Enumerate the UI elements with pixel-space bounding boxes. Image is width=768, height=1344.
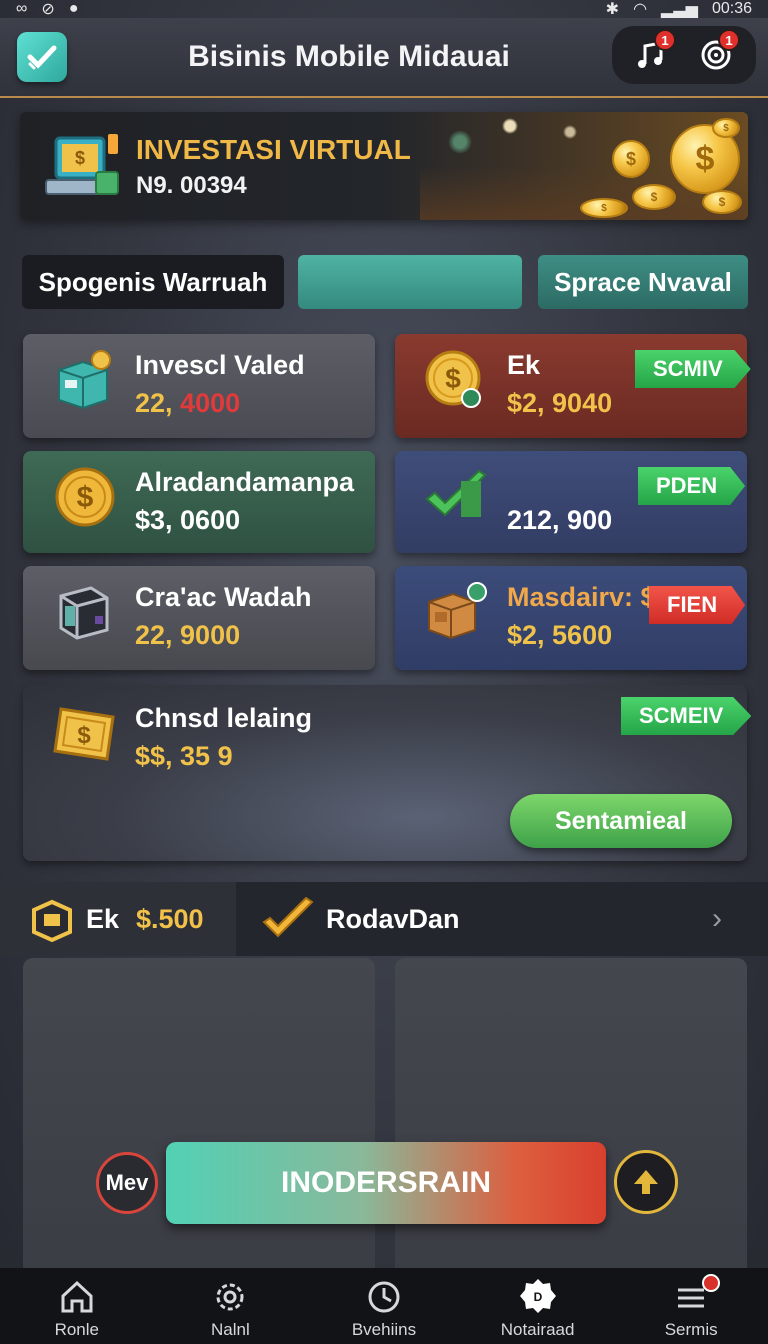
promo-banner[interactable]: $ INVESTASI VIRTUAL N9. 00394 $ $ $ $ $ …: [20, 112, 748, 220]
sentamieal-button[interactable]: Sentamieal: [510, 794, 732, 848]
card-value: 22, 9000: [135, 620, 241, 650]
bluetooth-icon: ✱: [605, 1, 620, 18]
nav-item-notifications[interactable]: D Notairaad: [461, 1268, 615, 1344]
card-name: Ek: [507, 350, 541, 380]
balance-label: Ek: [86, 904, 120, 934]
status-tag[interactable]: PDEN: [638, 467, 746, 505]
banner-title: INVESTASI VIRTUAL: [136, 134, 411, 165]
investment-card-6[interactable]: Masdairv: $ $2, 5600 FIEN: [395, 566, 747, 670]
svg-text:$: $: [77, 722, 91, 749]
balance-strip: Ek $.500 RodavDan ›: [0, 882, 768, 956]
app-header: Bisinis Mobile Midauai 1 1: [0, 18, 768, 98]
nav-label: Bvehiins: [351, 1320, 417, 1339]
banner-code: N9. 00394: [136, 172, 247, 199]
main-action-button[interactable]: INODERSRAIN: [166, 1142, 606, 1224]
svg-text:$: $: [445, 363, 461, 394]
investment-card-1[interactable]: Invescl Valed 22, 4000: [23, 334, 375, 438]
status-tag[interactable]: SCMIV: [635, 350, 751, 388]
status-time: 00:36: [711, 0, 752, 17]
balance-amount: $.500: [136, 904, 204, 934]
home-icon: [61, 1280, 93, 1313]
coins-illustration-icon: $ $ $ $ $ $: [552, 118, 742, 218]
arrow-up-icon: [634, 1170, 658, 1194]
card-name: Alradandamanpa: [135, 467, 355, 497]
status-tag[interactable]: SCMEIV: [621, 697, 752, 735]
box-icon: [51, 348, 115, 412]
nav-item-history[interactable]: Bvehiins: [307, 1268, 461, 1344]
gear-icon: [216, 1283, 244, 1311]
bottom-nav: Ronle Nalnl Bvehiins D Notairaad Sermis: [0, 1268, 768, 1344]
svg-text:$: $: [77, 481, 94, 514]
nav-label: Nalnl: [211, 1320, 250, 1339]
tab-sprace[interactable]: Sprace Nvaval: [538, 255, 748, 309]
status-tag[interactable]: FIEN: [649, 586, 746, 624]
svg-text:$: $: [75, 148, 85, 168]
content-panel-left[interactable]: [23, 958, 375, 1278]
computer-cash-icon: $: [40, 128, 124, 208]
card-value: $2, 5600: [507, 620, 613, 650]
card-value: $$, 35 9: [135, 741, 233, 771]
investment-card-5[interactable]: Cra'ac Wadah 22, 9000: [23, 566, 375, 670]
target-badge: 1: [718, 29, 740, 51]
signal-icon: ▂▃▅: [661, 1, 698, 18]
rodavdan-link[interactable]: RodavDan: [326, 904, 460, 935]
target-button[interactable]: 1: [694, 29, 740, 77]
check-icon: [262, 896, 314, 942]
svg-text:D: D: [533, 1290, 542, 1304]
card-value-suffix: 4000: [180, 388, 241, 418]
music-button[interactable]: 1: [630, 29, 676, 77]
card-value: 22, 4000: [135, 388, 240, 419]
wifi-icon: ◠: [633, 1, 648, 18]
nav-item-menu[interactable]: Sermis: [614, 1268, 768, 1344]
circle-check-icon: ●: [68, 0, 79, 17]
status-bar: ∞ ⊘ ● ✱ ◠ ▂▃▅ 00:36: [0, 0, 768, 18]
nav-label: Notairaad: [500, 1320, 575, 1339]
card-name: Invescl Valed: [135, 350, 305, 380]
card-name: Masdairv: $: [507, 582, 656, 612]
card-name: Chnsd lelaing: [135, 703, 313, 733]
card-value: $2, 9040: [507, 388, 613, 418]
card-value: 212, 900: [507, 505, 613, 535]
wallet-icon: [28, 898, 76, 943]
header-actions: 1 1: [612, 26, 756, 84]
checkmark-icon: [423, 465, 487, 529]
action-row: Mev INODERSRAIN: [0, 1140, 768, 1228]
card-name: Cra'ac Wadah: [135, 582, 312, 612]
card-value: $3, 0600: [135, 505, 241, 535]
cube-icon: [51, 580, 115, 644]
investment-card-2[interactable]: $ Ek $2, 9040 SCMIV: [395, 334, 751, 438]
investment-card-3[interactable]: $ Alradandamanpa $3, 0600: [23, 451, 375, 553]
cardboard-box-icon: [423, 580, 487, 644]
tab-spogenis[interactable]: Spogenis Warruah: [22, 255, 284, 309]
coin-icon: $: [423, 348, 487, 412]
clock-icon: [368, 1281, 400, 1313]
gold-bar-icon: $: [51, 701, 115, 765]
badge-icon: D: [519, 1279, 556, 1313]
content-panel-right[interactable]: [395, 958, 747, 1278]
app-logo-icon[interactable]: [17, 32, 67, 82]
chevron-right-icon[interactable]: ›: [712, 902, 722, 936]
link-icon: ⊘: [41, 1, 55, 18]
upgrade-button[interactable]: [614, 1150, 678, 1214]
tab-active[interactable]: [298, 255, 522, 309]
dollar-coin-icon: $: [51, 465, 115, 529]
infinity-icon: ∞: [16, 0, 28, 17]
category-tabs: Spogenis Warruah Sprace Nvaval: [22, 255, 748, 309]
nav-badge-dot: [702, 1274, 721, 1292]
music-badge: 1: [654, 29, 676, 51]
page-title: Bisinis Mobile Midauai: [188, 40, 510, 73]
nav-label: Ronle: [54, 1320, 99, 1339]
mev-button[interactable]: Mev: [96, 1152, 158, 1214]
card-value-prefix: 22,: [135, 388, 181, 418]
nav-item-settings[interactable]: Nalnl: [154, 1268, 308, 1344]
investment-card-4[interactable]: 212, 900 PDEN: [395, 451, 747, 553]
nav-item-home[interactable]: Ronle: [0, 1268, 154, 1344]
nav-label: Sermis: [664, 1320, 718, 1339]
